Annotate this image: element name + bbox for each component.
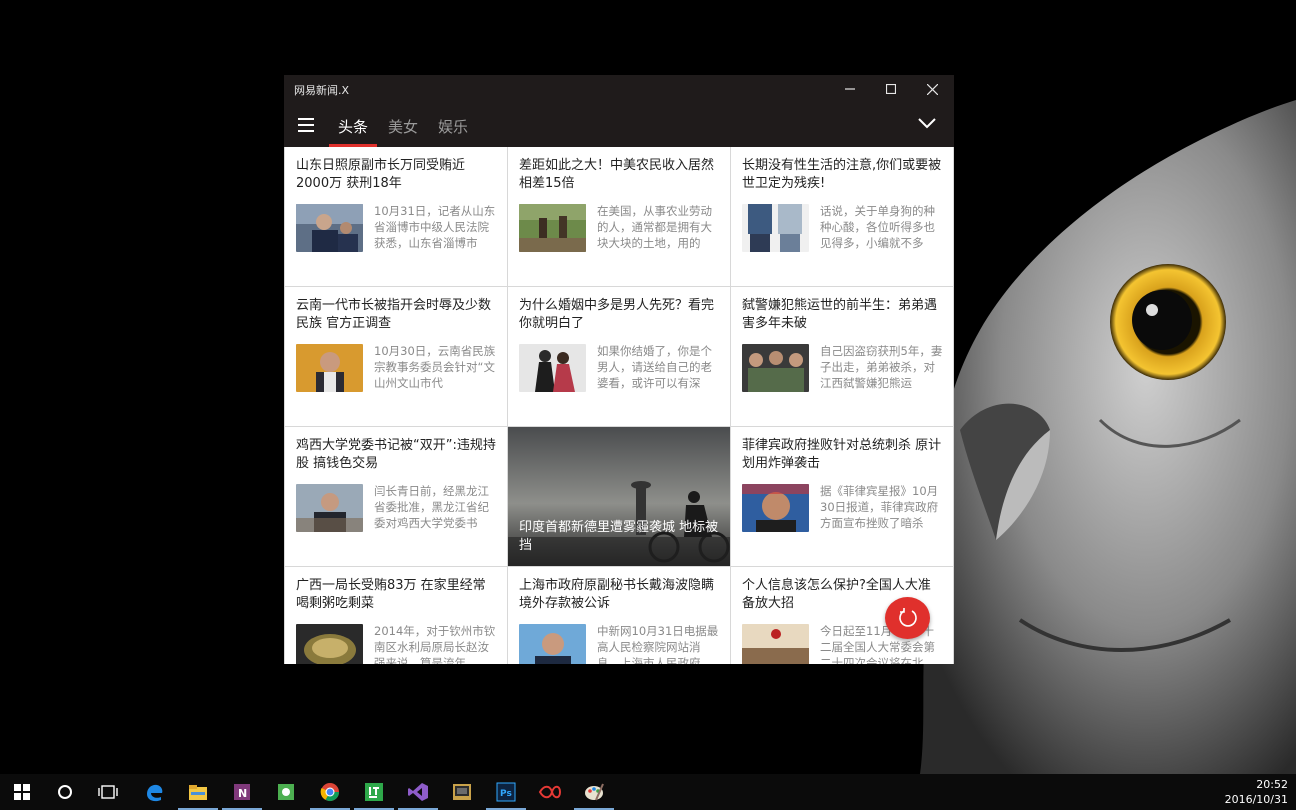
news-thumbnail xyxy=(296,484,363,532)
refresh-icon xyxy=(898,608,917,627)
taskbar-app-qq[interactable] xyxy=(264,774,308,810)
news-summary: 2014年，对于钦州市钦南区水利局原局长赵汝强来说，算是流年 xyxy=(374,624,496,664)
news-headline: 长期没有性生活的注意,你们或要被世卫定为残疾! xyxy=(742,158,942,191)
image-viewer-icon xyxy=(453,784,471,800)
news-summary: 自己因盗窃获刑5年，妻子出走，弟弟被杀，对江西弑警嫌犯熊运 xyxy=(820,344,943,390)
news-summary: 话说，关于单身狗的种种心酸，各位听得多也见得多，小编就不多 xyxy=(820,204,935,250)
news-headline: 云南一代市长被指开会时辱及少数民族 官方正调查 xyxy=(296,298,492,331)
maximize-button[interactable] xyxy=(871,75,911,103)
taskbar-app-visual-studio[interactable] xyxy=(396,774,440,810)
taskbar-app-onenote[interactable]: N xyxy=(220,774,264,810)
news-headline: 山东日照原副市长万同受贿近2000万 获刑18年 xyxy=(296,158,466,191)
task-view-button[interactable] xyxy=(86,774,130,810)
news-summary: 在美国，从事农业劳动的人，通常都是拥有大块大块的土地，用的 xyxy=(597,204,712,250)
news-card[interactable]: 广西一局长受贿83万 在家里经常喝剩粥吃剩菜 2014年，对于钦州市钦南区水利局… xyxy=(285,567,507,664)
taskbar-app-photoshop[interactable]: Ps xyxy=(484,774,528,810)
tab-bar: 头条 美女 娱乐 xyxy=(284,103,954,147)
windows-logo-icon xyxy=(14,784,30,800)
news-summary: 中新网10月31日电据最高人民检察院网站消息，上海市人民政府 xyxy=(597,624,719,664)
chrome-icon xyxy=(320,783,339,802)
taskbar-app-paint[interactable] xyxy=(572,774,616,810)
minimize-icon xyxy=(845,88,855,90)
featured-news-card[interactable]: 印度首都新德里遭雾霾袭城 地标被挡 xyxy=(508,427,730,566)
news-thumbnail xyxy=(296,624,363,664)
video-editor-icon xyxy=(538,785,562,799)
news-grid: 山东日照原副市长万同受贿近2000万 获刑18年 10月31日，记者从山东省淄博… xyxy=(284,147,954,664)
news-summary: 10月31日，记者从山东省淄博市中级人民法院获悉，山东省淄博市 xyxy=(374,204,496,250)
taskbar-app-intellij[interactable] xyxy=(352,774,396,810)
qq-icon xyxy=(278,784,294,800)
title-bar[interactable]: 网易新闻.X xyxy=(284,75,954,103)
news-card[interactable]: 为什么婚姻中多是男人先死？看完你就明白了 如果你结婚了，你是个男人，请送给自己的… xyxy=(508,287,730,426)
news-summary: 据《菲律宾星报》10月30日报道，菲律宾政府方面宣布挫败了暗杀 xyxy=(820,484,939,530)
tab-beauty[interactable]: 美女 xyxy=(388,116,418,137)
chevron-down-icon[interactable] xyxy=(918,117,936,129)
taskbar-app-edge[interactable] xyxy=(132,774,176,810)
system-clock[interactable]: 20:52 2016/10/31 xyxy=(1225,777,1288,807)
news-headline: 鸡西大学党委书记被“双开”:违规持股 搞钱色交易 xyxy=(296,438,496,471)
maximize-icon xyxy=(886,84,896,94)
svg-text:N: N xyxy=(238,787,247,800)
news-headline: 上海市政府原副秘书长戴海波隐瞒境外存款被公诉 xyxy=(519,578,715,611)
news-headline: 为什么婚姻中多是男人先死？看完你就明白了 xyxy=(519,298,715,331)
news-card[interactable]: 弑警嫌犯熊运世的前半生：弟弟遇害多年未破 自己因盗窃获刑5年，妻子出走，弟弟被杀… xyxy=(731,287,953,426)
news-headline: 印度首都新德里遭雾霾袭城 地标被挡 xyxy=(519,520,719,553)
news-card[interactable]: 上海市政府原副秘书长戴海波隐瞒境外存款被公诉 中新网10月31日电据最高人民检察… xyxy=(508,567,730,664)
edge-icon xyxy=(147,784,163,802)
tab-entertainment[interactable]: 娱乐 xyxy=(438,116,468,137)
clock-time: 20:52 xyxy=(1256,778,1288,791)
paint-icon xyxy=(585,783,604,801)
window-title: 网易新闻.X xyxy=(294,84,350,97)
news-thumbnail xyxy=(742,484,809,532)
file-explorer-icon xyxy=(189,785,207,800)
cortana-button[interactable] xyxy=(43,774,87,810)
news-card[interactable]: 山东日照原副市长万同受贿近2000万 获刑18年 10月31日，记者从山东省淄博… xyxy=(285,147,507,286)
news-headline: 差距如此之大！中美农民收入居然相差15倍 xyxy=(519,158,715,191)
task-view-icon xyxy=(98,785,118,799)
close-icon xyxy=(926,83,938,95)
news-card[interactable]: 长期没有性生活的注意,你们或要被世卫定为残疾! 话说，关于单身狗的种种心酸，各位… xyxy=(731,147,953,286)
news-headline: 广西一局长受贿83万 在家里经常喝剩粥吃剩菜 xyxy=(296,578,486,611)
clock-date: 2016/10/31 xyxy=(1224,793,1288,806)
news-summary: 如果你结婚了，你是个男人，请送给自己的老婆看，或许可以有深 xyxy=(597,344,712,390)
onenote-icon: N xyxy=(234,784,250,800)
owl-wallpaper xyxy=(920,100,1296,774)
news-thumbnail xyxy=(519,204,586,252)
taskbar-app-explorer[interactable] xyxy=(176,774,220,810)
news-thumbnail xyxy=(296,344,363,392)
news-summary: 10月30日，云南省民族宗教事务委员会针对“文山州文山市代 xyxy=(374,344,496,390)
intellij-icon xyxy=(365,783,383,801)
taskbar-app-video-editor[interactable] xyxy=(528,774,572,810)
photoshop-icon: Ps xyxy=(496,782,516,802)
refresh-button[interactable] xyxy=(885,597,930,639)
news-thumbnail xyxy=(296,204,363,252)
close-button[interactable] xyxy=(912,75,952,103)
news-thumbnail xyxy=(742,204,809,252)
taskbar-app-image-viewer[interactable] xyxy=(440,774,484,810)
taskbar-app-chrome[interactable] xyxy=(308,774,352,810)
news-summary: 闫长青日前，经黑龙江省委批准，黑龙江省纪委对鸡西大学党委书 xyxy=(374,484,489,530)
taskbar: N Ps 20:52 2016/10/31 xyxy=(0,774,1296,810)
cortana-icon xyxy=(58,785,72,799)
minimize-button[interactable] xyxy=(830,75,870,103)
news-card[interactable]: 差距如此之大！中美农民收入居然相差15倍 在美国，从事农业劳动的人，通常都是拥有… xyxy=(508,147,730,286)
news-card[interactable]: 鸡西大学党委书记被“双开”:违规持股 搞钱色交易 闫长青日前，经黑龙江省委批准，… xyxy=(285,427,507,566)
menu-icon[interactable] xyxy=(298,118,314,132)
news-card[interactable]: 云南一代市长被指开会时辱及少数民族 官方正调查 10月30日，云南省民族宗教事务… xyxy=(285,287,507,426)
news-headline: 菲律宾政府挫败针对总统刺杀 原计划用炸弹袭击 xyxy=(742,438,942,471)
app-window: 网易新闻.X 头条 美女 娱乐 山东日照原副市长万同受贿近2000万 获刑18年… xyxy=(284,75,954,664)
tab-headlines[interactable]: 头条 xyxy=(338,116,368,137)
news-thumbnail xyxy=(519,624,586,664)
news-headline: 弑警嫌犯熊运世的前半生：弟弟遇害多年未破 xyxy=(742,298,938,331)
news-thumbnail xyxy=(742,344,809,392)
start-button[interactable] xyxy=(0,774,44,810)
visual-studio-icon xyxy=(408,783,428,801)
news-thumbnail xyxy=(742,624,809,664)
svg-text:Ps: Ps xyxy=(500,789,512,799)
news-thumbnail xyxy=(519,344,586,392)
news-card[interactable]: 菲律宾政府挫败针对总统刺杀 原计划用炸弹袭击 据《菲律宾星报》10月30日报道，… xyxy=(731,427,953,566)
